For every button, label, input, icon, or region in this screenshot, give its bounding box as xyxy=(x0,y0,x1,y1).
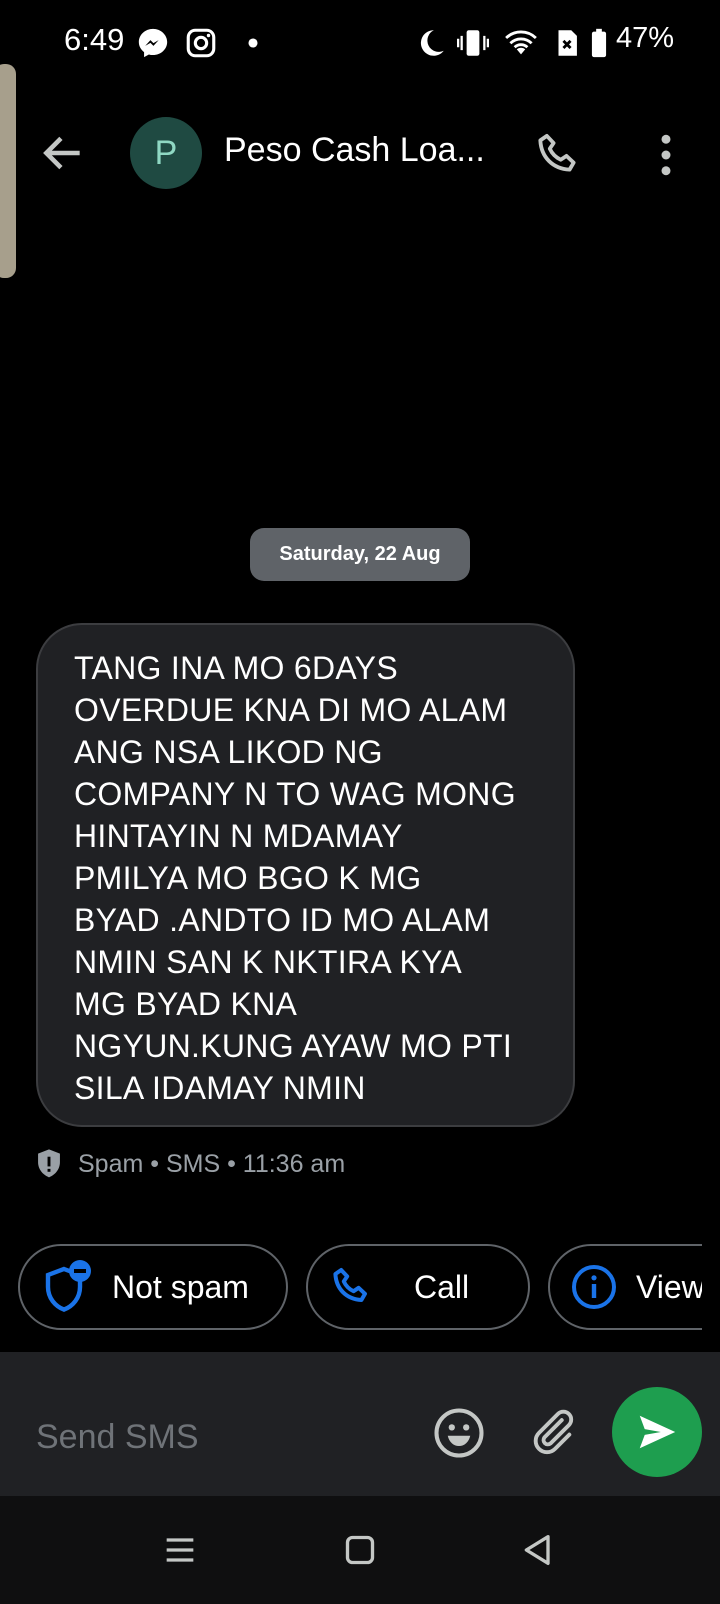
message-line: TANG INA MO 6DAYS xyxy=(74,650,398,686)
spam-shield-icon xyxy=(38,1149,60,1178)
message-line: PMILYA MO BGO K MG xyxy=(74,860,422,896)
recent-apps-icon[interactable] xyxy=(160,1530,200,1570)
more-options-icon[interactable] xyxy=(646,128,686,182)
message-input[interactable]: Send SMS xyxy=(36,1418,199,1457)
message-line: COMPANY N TO WAG MONG xyxy=(74,776,516,812)
message-line: SILA IDAMAY NMIN xyxy=(74,1070,366,1106)
battery-icon xyxy=(591,28,607,58)
wifi-icon xyxy=(505,30,537,55)
emoji-icon[interactable] xyxy=(432,1406,486,1460)
message-line: NGYUN.KUNG AYAW MO PTI xyxy=(74,1028,513,1064)
status-time: 6:49 xyxy=(64,22,125,57)
view-chip[interactable]: View xyxy=(548,1244,702,1330)
send-icon xyxy=(639,1415,676,1449)
message-line: ANG NSA LIKOD NG xyxy=(74,734,383,770)
no-sim-icon xyxy=(558,30,577,56)
message-line: NMIN SAN K NKTIRA KYA xyxy=(74,944,463,980)
back-arrow-icon[interactable] xyxy=(38,128,88,178)
message-text: TANG INA MO 6DAYS OVERDUE KNA DI MO ALAM… xyxy=(74,647,539,1109)
message-line: BYAD .ANDTO ID MO ALAM xyxy=(74,902,491,938)
moon-icon xyxy=(420,30,444,56)
instagram-icon xyxy=(186,28,216,58)
home-icon[interactable] xyxy=(340,1530,380,1570)
send-button[interactable] xyxy=(612,1387,702,1477)
vibrate-icon xyxy=(456,30,490,56)
suggestion-chips: Not spam Call View xyxy=(18,1244,702,1334)
call-icon xyxy=(333,1268,367,1302)
back-nav-icon[interactable] xyxy=(518,1530,558,1570)
dot-icon xyxy=(248,38,258,48)
message-line: OVERDUE KNA DI MO ALAM xyxy=(74,692,508,728)
info-icon xyxy=(572,1265,616,1309)
battery-percentage: 47% xyxy=(615,22,674,54)
phone-call-icon[interactable] xyxy=(532,128,586,182)
attachment-icon[interactable] xyxy=(526,1404,578,1460)
not-spam-label: Not spam xyxy=(112,1268,249,1305)
edge-panel-handle[interactable] xyxy=(0,64,16,278)
incoming-message-bubble[interactable]: TANG INA MO 6DAYS OVERDUE KNA DI MO ALAM… xyxy=(36,623,575,1127)
call-label: Call xyxy=(414,1268,470,1305)
messenger-icon xyxy=(138,28,168,58)
message-line: HINTAYIN N MDAMAY xyxy=(74,818,403,854)
date-divider: Saturday, 22 Aug xyxy=(250,528,470,581)
message-status: Spam • SMS • 11:36 am xyxy=(78,1149,346,1178)
message-meta: Spam • SMS • 11:36 am xyxy=(34,1146,345,1182)
call-chip[interactable]: Call xyxy=(306,1244,530,1330)
not-spam-chip[interactable]: Not spam xyxy=(18,1244,288,1330)
conversation-title[interactable]: Peso Cash Loa... xyxy=(224,131,514,170)
view-label: View xyxy=(636,1268,702,1305)
not-spam-shield-icon xyxy=(45,1260,91,1312)
contact-avatar[interactable]: P xyxy=(130,117,202,189)
message-line: MG BYAD KNA xyxy=(74,986,298,1022)
